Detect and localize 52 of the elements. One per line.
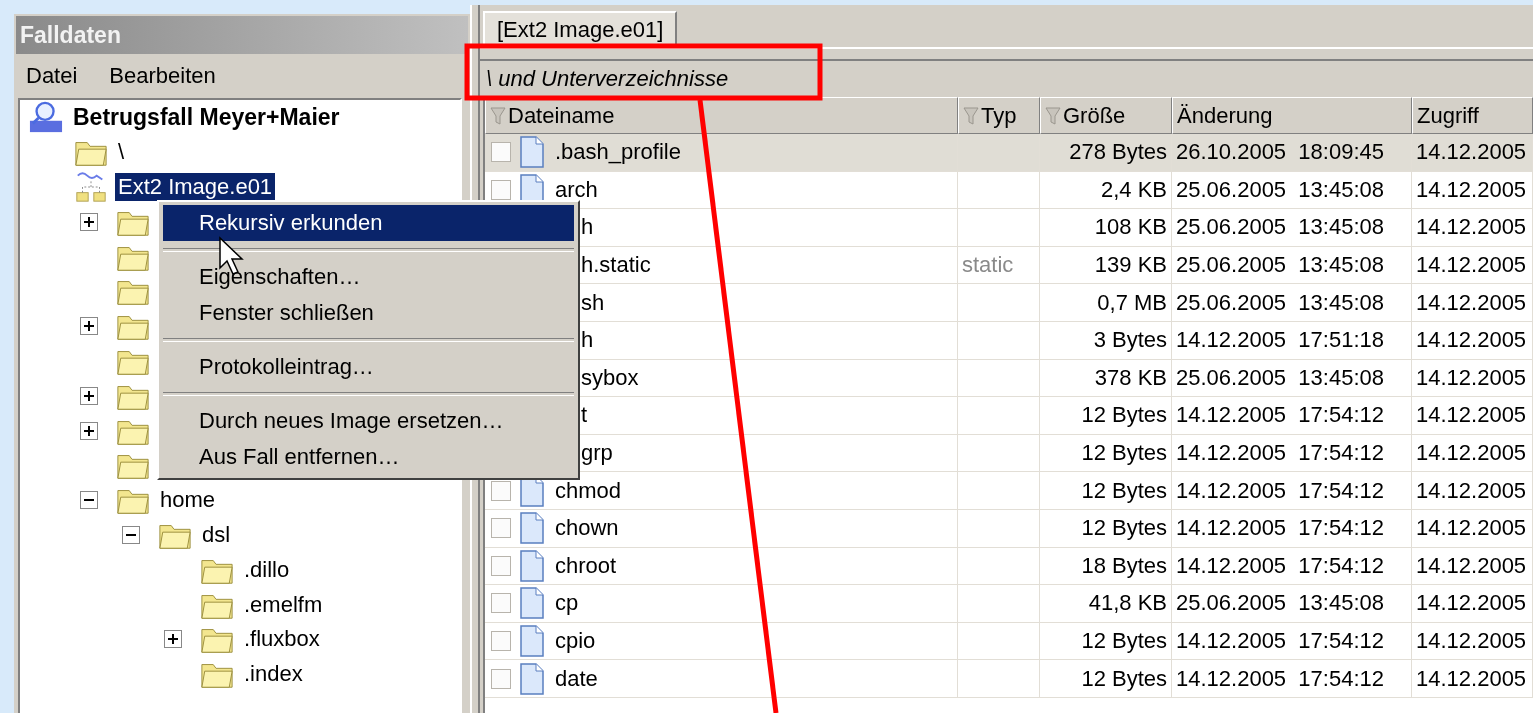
column-title: Größe [1063,102,1126,129]
file-size: 18 Bytes [1081,552,1167,579]
access-date: 14.12.2005 [1416,176,1527,203]
file-size: 12 Bytes [1081,665,1167,692]
access-date: 14.12.2005 [1416,214,1527,241]
access-date: 14.12.2005 [1416,327,1527,354]
access-date: 14.12.2005 [1416,590,1527,617]
file-size: 12 Bytes [1081,440,1167,467]
file-size: 12 Bytes [1081,402,1167,429]
modified-date: 14.12.2005 17:54:12 [1176,440,1384,467]
column-title: Änderung [1177,102,1273,129]
access-date: 14.12.2005 [1416,477,1527,504]
modified-date: 26.10.2005 18:09:45 [1176,139,1384,166]
modified-date: 14.12.2005 17:51:18 [1176,327,1384,354]
file-size: 12 Bytes [1081,515,1167,542]
file-size: 12 Bytes [1081,628,1167,654]
modified-date: 25.06.2005 13:45:08 [1176,214,1384,241]
access-date: 14.12.2005 [1416,364,1527,391]
modified-date: 25.06.2005 13:45:08 [1176,252,1384,279]
access-date: 14.12.2005 [1416,515,1527,542]
modified-date: 14.12.2005 17:54:12 [1176,665,1384,692]
modified-date: 25.06.2005 13:45:08 [1176,176,1384,203]
access-date: 14.12.2005 [1416,252,1527,279]
file-size: 3 Bytes [1093,327,1167,354]
file-size: 12 Bytes [1081,477,1167,504]
modified-date: 14.12.2005 17:54:12 [1176,515,1384,542]
access-date: 14.12.2005 [1416,665,1527,692]
file-size: 378 KB [1094,364,1167,391]
access-date: 14.12.2005 [1416,552,1527,579]
column-title: Dateiname [508,102,615,129]
file-type: static [962,252,1014,279]
file-size: 0,7 MB [1097,289,1167,316]
file-size: 108 KB [1094,214,1167,241]
modified-date: 25.06.2005 13:45:08 [1176,364,1384,391]
modified-date: 14.12.2005 17:54:12 [1176,552,1384,579]
access-date: 14.12.2005 [1416,628,1527,654]
file-size: 41,8 KB [1088,590,1167,617]
column-title: Typ [981,102,1017,129]
file-size: 139 KB [1094,252,1167,279]
modified-date: 25.06.2005 13:45:08 [1176,289,1384,316]
access-date: 14.12.2005 [1416,289,1527,316]
file-size: 2,4 KB [1100,176,1167,203]
access-date: 14.12.2005 [1416,139,1527,166]
column-title: Zugriff [1417,102,1479,129]
modified-date: 14.12.2005 17:54:12 [1176,628,1384,654]
modified-date: 25.06.2005 13:45:08 [1176,590,1384,617]
access-date: 14.12.2005 [1416,402,1527,429]
modified-date: 14.12.2005 17:54:12 [1176,477,1384,504]
file-size: 278 Bytes [1069,139,1167,166]
panel-title: Falldaten [16,16,468,54]
access-date: 14.12.2005 [1416,440,1527,467]
modified-date: 14.12.2005 17:54:12 [1176,402,1384,429]
